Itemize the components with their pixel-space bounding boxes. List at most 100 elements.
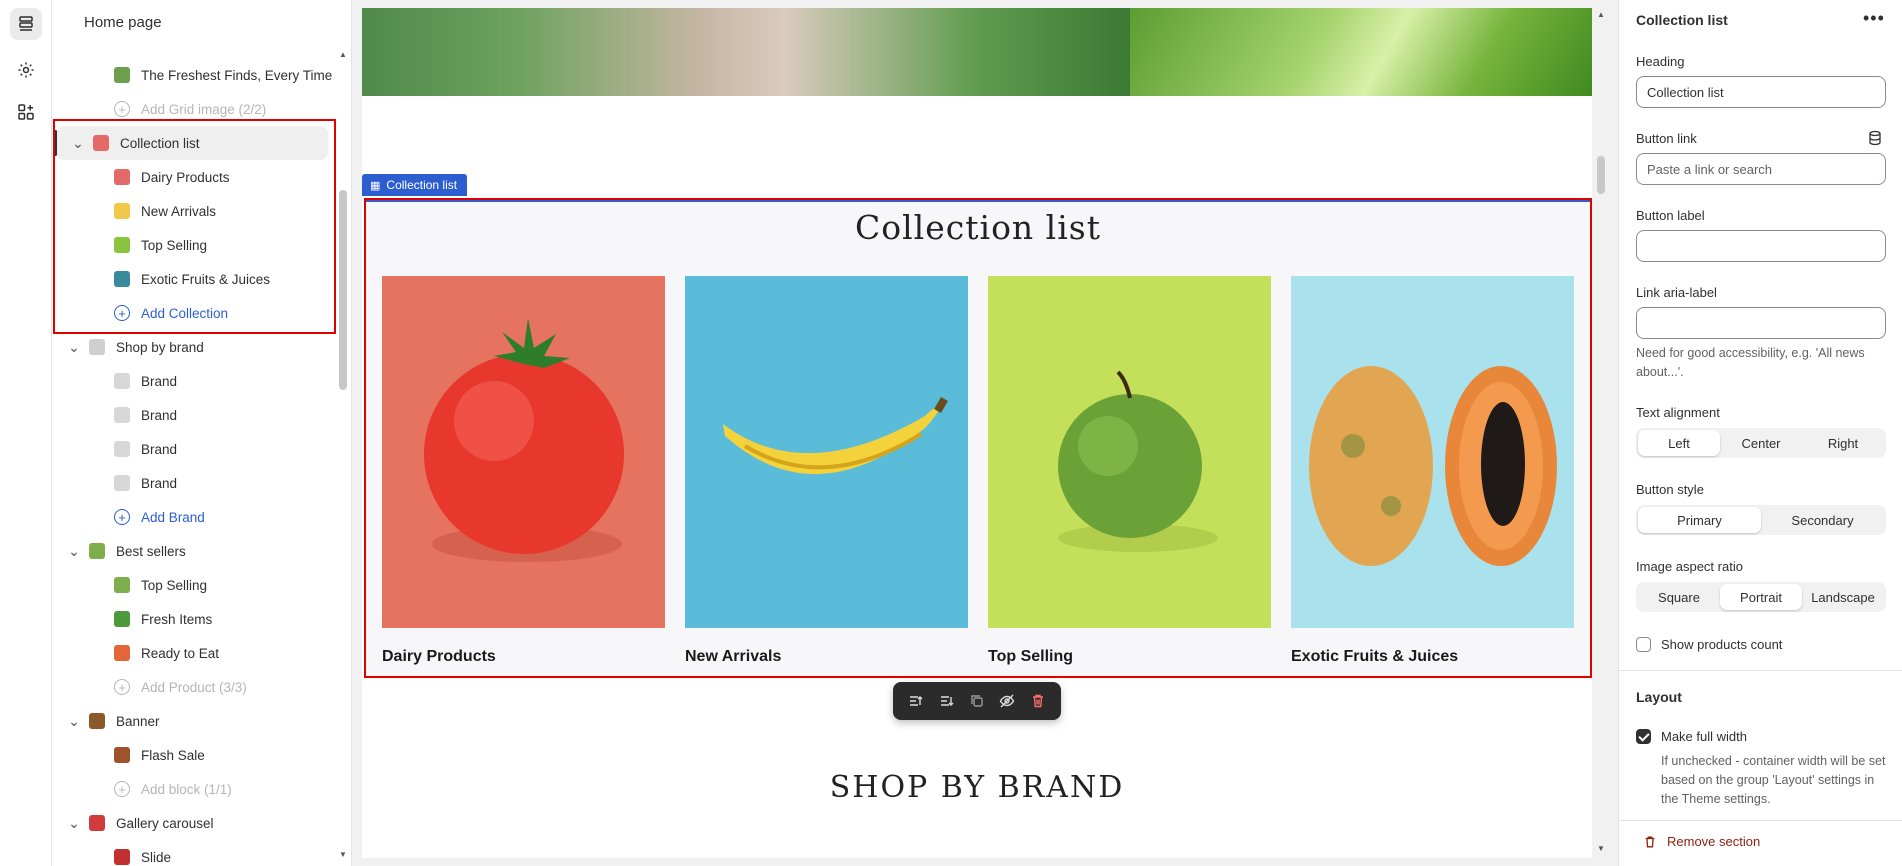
item-label: Fresh Items bbox=[141, 611, 213, 627]
item-label: Brand bbox=[141, 407, 178, 423]
block-item[interactable]: Flash Sale bbox=[52, 738, 334, 772]
card-image-apple bbox=[988, 276, 1271, 628]
collection-card[interactable]: Exotic Fruits & Juices bbox=[1291, 276, 1574, 666]
remove-section-button[interactable]: Remove section bbox=[1643, 834, 1760, 849]
sections-icon[interactable] bbox=[10, 8, 42, 40]
settings-icon[interactable] bbox=[10, 54, 42, 86]
dynamic-source-icon[interactable] bbox=[1867, 130, 1883, 146]
show-products-count-checkbox[interactable] bbox=[1636, 637, 1651, 652]
add-block-button[interactable]: + Add Collection bbox=[52, 296, 334, 330]
block-thumbnail-icon bbox=[89, 713, 105, 729]
settings-panel: Collection list ••• Heading Button link … bbox=[1618, 0, 1902, 866]
button-link-input[interactable] bbox=[1636, 153, 1886, 185]
scroll-down-icon[interactable]: ▼ bbox=[1596, 844, 1606, 853]
collection-list-section[interactable]: Collection list Dairy Products New Arriv… bbox=[364, 198, 1592, 678]
delete-icon[interactable] bbox=[1028, 691, 1048, 711]
section-item[interactable]: ⌄ Shop by brand bbox=[52, 330, 334, 364]
card-image-papaya bbox=[1291, 276, 1574, 628]
preview-canvas: ▦ Collection list Collection list Dairy … bbox=[362, 8, 1592, 858]
add-block-button[interactable]: + Add Grid image (2/2) bbox=[52, 92, 334, 126]
scroll-up-icon[interactable]: ▲ bbox=[338, 50, 348, 60]
card-label: Dairy Products bbox=[382, 648, 496, 665]
plus-circle-icon: + bbox=[114, 781, 130, 797]
style-secondary-option[interactable]: Secondary bbox=[1761, 507, 1884, 533]
scroll-thumb[interactable] bbox=[1597, 156, 1605, 194]
card-label: Exotic Fruits & Juices bbox=[1291, 648, 1459, 665]
block-item[interactable]: Exotic Fruits & Juices bbox=[52, 262, 334, 296]
section-item[interactable]: ⌄ Gallery carousel bbox=[52, 806, 334, 840]
heading-input[interactable] bbox=[1636, 76, 1886, 108]
item-label: Exotic Fruits & Juices bbox=[141, 271, 271, 287]
duplicate-icon[interactable] bbox=[967, 691, 987, 711]
block-item[interactable]: Slide bbox=[52, 840, 334, 866]
chevron-down-icon[interactable]: ⌄ bbox=[71, 136, 85, 150]
scroll-down-icon[interactable]: ▼ bbox=[338, 850, 348, 860]
item-label: Brand bbox=[141, 373, 178, 389]
aspect-portrait-option[interactable]: Portrait bbox=[1720, 584, 1802, 610]
block-thumbnail-icon bbox=[114, 475, 130, 491]
section-tree: The Freshest Finds, Every Time + Add Grid … bbox=[52, 58, 334, 866]
aspect-landscape-option[interactable]: Landscape bbox=[1802, 584, 1884, 610]
style-primary-option[interactable]: Primary bbox=[1638, 507, 1761, 533]
more-options-icon[interactable]: ••• bbox=[1863, 8, 1885, 29]
chevron-down-icon[interactable]: ⌄ bbox=[67, 816, 81, 830]
align-right-option[interactable]: Right bbox=[1802, 430, 1884, 456]
collection-card[interactable]: New Arrivals bbox=[685, 276, 968, 666]
block-item[interactable]: Fresh Items bbox=[52, 602, 334, 636]
plus-circle-icon: + bbox=[114, 305, 130, 321]
section-tag-label: Collection list bbox=[386, 178, 458, 192]
block-thumbnail-icon bbox=[114, 611, 130, 627]
section-item[interactable]: ⌄ Best sellers bbox=[52, 534, 334, 568]
add-block-button[interactable]: + Add Brand bbox=[52, 500, 334, 534]
block-item[interactable]: Ready to Eat bbox=[52, 636, 334, 670]
scroll-up-icon[interactable]: ▲ bbox=[1596, 10, 1606, 19]
block-item[interactable]: Brand bbox=[52, 398, 334, 432]
block-thumbnail-icon bbox=[114, 747, 130, 763]
hero-image-salad bbox=[362, 8, 1130, 96]
align-center-option[interactable]: Center bbox=[1720, 430, 1802, 456]
block-item[interactable]: The Freshest Finds, Every Time bbox=[52, 58, 334, 92]
align-left-option[interactable]: Left bbox=[1638, 430, 1720, 456]
move-down-icon[interactable] bbox=[937, 691, 957, 711]
block-thumbnail-icon bbox=[114, 849, 130, 865]
block-item[interactable]: Dairy Products bbox=[52, 160, 334, 194]
item-label: Slide bbox=[141, 849, 172, 865]
button-label-label: Button label bbox=[1636, 208, 1705, 223]
block-item[interactable]: Top Selling bbox=[52, 568, 334, 602]
block-item[interactable]: Brand bbox=[52, 466, 334, 500]
button-label-input[interactable] bbox=[1636, 230, 1886, 262]
scroll-thumb[interactable] bbox=[339, 190, 347, 390]
chevron-down-icon[interactable]: ⌄ bbox=[67, 340, 81, 354]
section-item[interactable]: ⌄ Banner bbox=[52, 704, 334, 738]
block-thumbnail-icon bbox=[89, 543, 105, 559]
item-label: Flash Sale bbox=[141, 747, 205, 763]
text-alignment-label: Text alignment bbox=[1636, 405, 1720, 420]
collection-card[interactable]: Top Selling bbox=[988, 276, 1271, 666]
card-label: Top Selling bbox=[988, 648, 1074, 665]
block-item[interactable]: New Arrivals bbox=[52, 194, 334, 228]
item-label: Add Product (3/3) bbox=[141, 679, 247, 695]
hide-icon[interactable] bbox=[997, 691, 1017, 711]
block-item[interactable]: Brand bbox=[52, 432, 334, 466]
apps-icon[interactable] bbox=[10, 96, 42, 128]
section-tag[interactable]: ▦ Collection list bbox=[362, 174, 468, 196]
canvas-scrollbar[interactable]: ▲ ▼ bbox=[1596, 8, 1606, 858]
block-item[interactable]: Brand bbox=[52, 364, 334, 398]
item-label: Collection list bbox=[120, 135, 200, 151]
move-up-icon[interactable] bbox=[906, 691, 926, 711]
aria-label-label: Link aria-label bbox=[1636, 285, 1717, 300]
section-item[interactable]: ⌄ Collection list bbox=[54, 126, 328, 160]
text-alignment-segmented: Left Center Right bbox=[1636, 428, 1886, 458]
add-block-button[interactable]: + Add Product (3/3) bbox=[52, 670, 334, 704]
full-width-checkbox[interactable] bbox=[1636, 729, 1651, 744]
add-block-button[interactable]: + Add block (1/1) bbox=[52, 772, 334, 806]
collection-card[interactable]: Dairy Products bbox=[382, 276, 665, 666]
aria-label-input[interactable] bbox=[1636, 307, 1886, 339]
block-item[interactable]: Top Selling bbox=[52, 228, 334, 262]
sidebar-scrollbar[interactable]: ▲ ▼ bbox=[338, 50, 348, 860]
item-label: The Freshest Finds, Every Time bbox=[141, 67, 333, 83]
aspect-square-option[interactable]: Square bbox=[1638, 584, 1720, 610]
full-width-label: Make full width bbox=[1661, 729, 1747, 744]
chevron-down-icon[interactable]: ⌄ bbox=[67, 714, 81, 728]
chevron-down-icon[interactable]: ⌄ bbox=[67, 544, 81, 558]
